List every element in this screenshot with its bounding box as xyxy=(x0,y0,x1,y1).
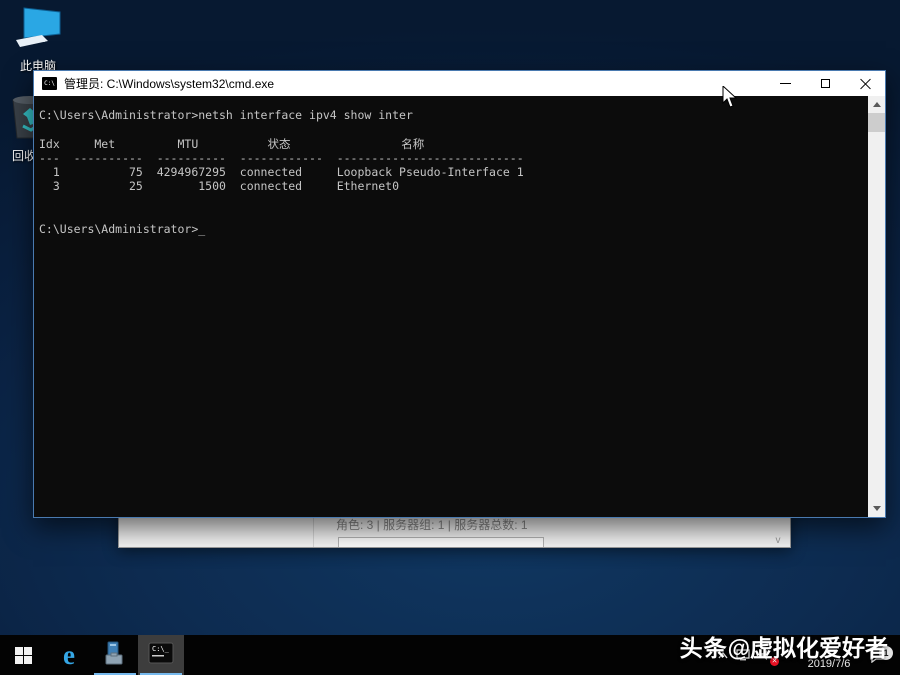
minimize-button[interactable] xyxy=(765,71,805,96)
taskbar: e C:\_ xyxy=(0,635,900,675)
cmd-icon: C:\_ xyxy=(148,641,174,670)
mute-badge-icon: ✕ xyxy=(770,657,779,666)
console-line: 1 75 4294967295 connected Loopback Pseud… xyxy=(39,165,868,179)
this-pc-icon xyxy=(12,37,64,54)
maximize-icon xyxy=(821,79,830,88)
scrollbar-up-button[interactable] xyxy=(868,96,885,113)
cmd-titlebar[interactable]: C:\ 管理员: C:\Windows\system32\cmd.exe xyxy=(34,71,885,96)
console-line: Idx Met MTU 状态 名称 xyxy=(39,137,868,151)
mouse-cursor-icon xyxy=(722,86,737,113)
console-output[interactable]: C:\Users\Administrator>netsh interface i… xyxy=(34,96,868,517)
taskbar-item-server-manager[interactable] xyxy=(92,635,138,675)
close-button[interactable] xyxy=(845,71,885,96)
console-line: 3 25 1500 connected Ethernet0 xyxy=(39,179,868,193)
notification-badge: 1 xyxy=(879,646,893,660)
scroll-down-icon xyxy=(873,506,881,511)
window-title: 管理员: C:\Windows\system32\cmd.exe xyxy=(64,75,765,92)
chevron-up-icon xyxy=(718,652,728,659)
cmd-app-icon: C:\ xyxy=(42,77,57,90)
desktop-background: 此电脑 回收站 角色: 3 | 服务器组: 1 | 服务器总数: 1 v C:\… xyxy=(0,0,900,675)
server-manager-icon xyxy=(102,640,128,671)
console-line: C:\Users\Administrator>_ xyxy=(39,222,868,236)
tray-clock-date[interactable]: 2019/7/6 xyxy=(798,635,860,675)
internet-explorer-icon: e xyxy=(63,642,75,669)
tray-input-language[interactable]: 英 xyxy=(776,635,798,675)
close-icon xyxy=(860,78,871,89)
taskbar-item-cmd[interactable]: C:\_ xyxy=(138,635,184,675)
console-line: --- ---------- ---------- ------------ -… xyxy=(39,151,868,165)
server-manager-status-text: 角色: 3 | 服务器组: 1 | 服务器总数: 1 xyxy=(336,516,528,533)
scroll-up-icon xyxy=(873,102,881,107)
scroll-down-icon[interactable]: v xyxy=(772,535,784,547)
tray-volume-button[interactable]: ✕ xyxy=(754,635,776,675)
scrollbar-down-button[interactable] xyxy=(868,500,885,517)
tray-expand-button[interactable] xyxy=(714,635,732,675)
windows-logo-icon xyxy=(15,647,32,664)
cmd-window: C:\ 管理员: C:\Windows\system32\cmd.exe C:\… xyxy=(33,70,886,518)
console-line xyxy=(39,194,868,208)
desktop-icon-this-pc[interactable]: 此电脑 xyxy=(6,6,70,74)
taskbar-item-internet-explorer[interactable]: e xyxy=(46,635,92,675)
svg-text:C:\_: C:\_ xyxy=(152,645,170,653)
console-line xyxy=(39,122,868,136)
server-manager-panel-box xyxy=(338,537,544,548)
notification-center-button[interactable]: 1 xyxy=(860,635,896,675)
monitor-icon xyxy=(736,649,750,661)
console-scrollbar[interactable] xyxy=(868,96,885,517)
scrollbar-thumb[interactable] xyxy=(868,113,885,132)
maximize-button[interactable] xyxy=(805,71,845,96)
system-tray: ✕ 英 2019/7/6 1 xyxy=(714,635,900,675)
console-line xyxy=(39,208,868,222)
console-line: C:\Users\Administrator>netsh interface i… xyxy=(39,108,868,122)
start-button[interactable] xyxy=(0,635,46,675)
minimize-icon xyxy=(780,83,791,84)
tray-display-button[interactable] xyxy=(732,635,754,675)
